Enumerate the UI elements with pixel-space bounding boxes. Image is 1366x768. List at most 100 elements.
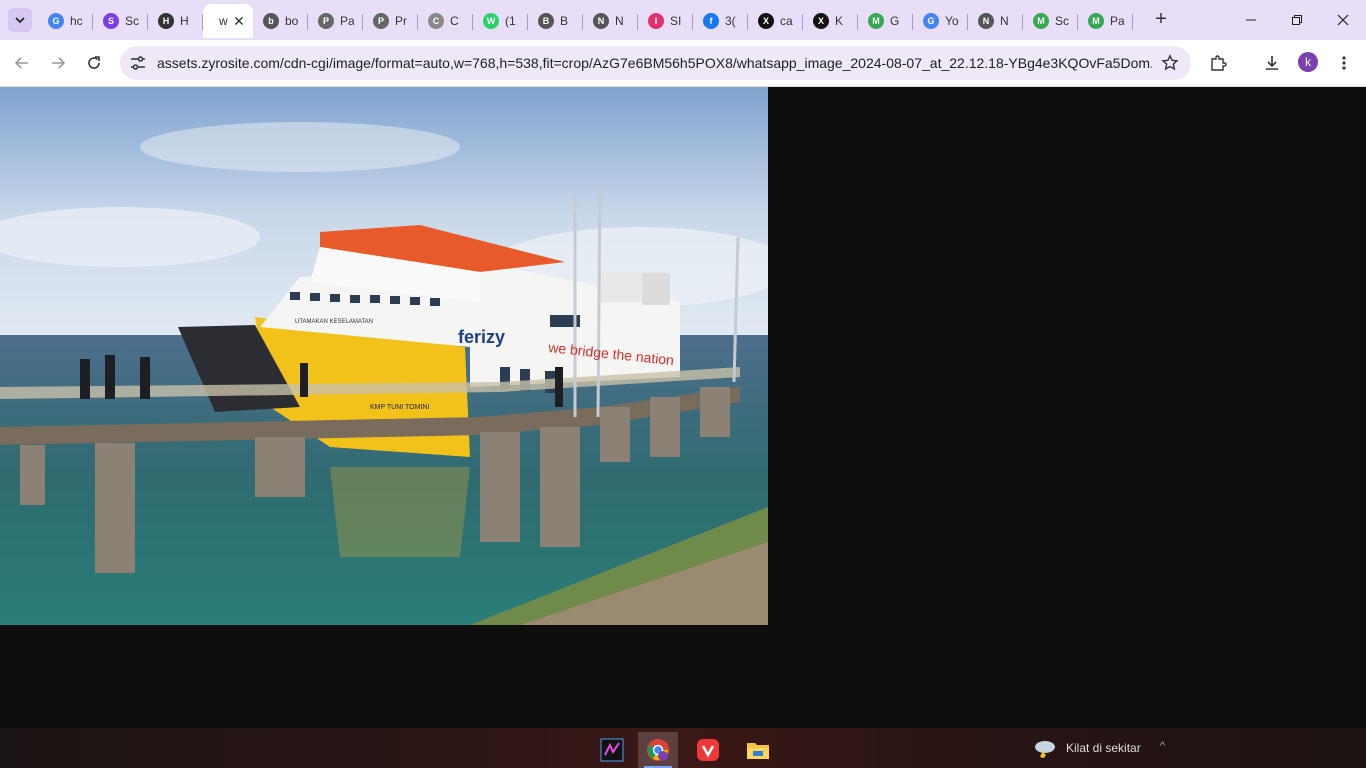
menu-button[interactable] [1330, 49, 1358, 77]
browser-tab[interactable]: S Sc [93, 4, 148, 38]
tab-favicon-icon: B [538, 13, 554, 29]
minimize-icon [1246, 19, 1256, 21]
tab-favicon-icon: C [428, 13, 444, 29]
browser-tab[interactable]: P Pa [308, 4, 363, 38]
tab-close-icon[interactable]: ✕ [231, 13, 247, 29]
browser-tab[interactable]: CC [418, 4, 473, 38]
reload-icon [88, 56, 100, 69]
tab-strip: Ghc S Sc H Hw ✕ b bo P Pa P Pr C C W (1 B B N N I SI f 3(Xca X K M… [0, 0, 1366, 40]
ferry-photo-illustration: ferizy we bridge the nation KMP TUNI TOM… [0, 87, 768, 625]
thunderstorm-icon [1035, 741, 1055, 758]
extensions-button[interactable] [1204, 49, 1232, 77]
tab-favicon-icon: f [703, 13, 719, 29]
tab-title: Sc [125, 14, 139, 28]
tab-favicon-icon: P [318, 13, 334, 29]
tab-favicon-icon: W [483, 13, 499, 29]
ferry-image: ferizy we bridge the nation KMP TUNI TOM… [0, 87, 768, 625]
tab-title: C [450, 14, 459, 28]
browser-tab[interactable]: BB [528, 4, 583, 38]
tab-favicon-icon: X [758, 13, 774, 29]
tab-title: (1 [505, 14, 516, 28]
browser-toolbar: assets.zyrosite.com/cdn-cgi/image/format… [0, 40, 1366, 87]
browser-tab[interactable]: XK [803, 4, 858, 38]
chrome-icon [647, 739, 669, 761]
tab-favicon-icon: X [813, 13, 829, 29]
taskbar-app-editor[interactable] [592, 732, 632, 768]
puzzle-icon [1211, 55, 1227, 71]
ferry-hull-name: KMP TUNI TOMINI [370, 404, 429, 411]
editor-app-icon [600, 738, 624, 762]
browser-tab[interactable]: f 3( [693, 4, 748, 38]
page-content: ferizy we bridge the nation KMP TUNI TOM… [0, 87, 1366, 728]
tab-title: H [180, 14, 189, 28]
ferry-brand-text: ferizy [458, 327, 505, 347]
folder-icon [747, 743, 769, 759]
browser-tab[interactable]: M Sc [1023, 4, 1078, 38]
browser-tab[interactable]: M Pa [1078, 4, 1133, 38]
vivaldi-icon [697, 739, 719, 761]
url-text[interactable]: assets.zyrosite.com/cdn-cgi/image/format… [157, 55, 1152, 71]
tab-favicon-icon: M [1088, 13, 1104, 29]
browser-tab[interactable]: W (1 [473, 4, 528, 38]
tab-title: Sc [1055, 14, 1069, 28]
tab-title: ca [780, 14, 793, 28]
tab-title: 3( [725, 14, 736, 28]
arrow-left-icon [14, 57, 28, 69]
reload-button[interactable] [80, 49, 108, 77]
minimize-button[interactable] [1228, 0, 1274, 40]
tab-favicon-icon: b [263, 13, 279, 29]
tab-title: SI [670, 14, 682, 28]
back-button[interactable] [8, 49, 36, 77]
tab-title: N [615, 14, 624, 28]
tab-title: Yo [945, 14, 959, 28]
browser-tab[interactable]: NN [968, 4, 1023, 38]
tab-title: G [890, 14, 900, 28]
browser-tab[interactable]: Ghc [38, 4, 93, 38]
new-tab-button[interactable]: + [1150, 9, 1172, 31]
tab-favicon-icon: N [978, 13, 994, 29]
taskbar-app-chrome[interactable] [638, 732, 678, 768]
download-icon [1266, 56, 1278, 70]
tab-title: Pa [340, 14, 354, 28]
tab-favicon-icon: G [48, 13, 64, 29]
tab-favicon-icon: I [648, 13, 664, 29]
more-vert-icon [1342, 56, 1346, 70]
tab-title: B [560, 14, 569, 28]
browser-tab[interactable]: P Pr [363, 4, 418, 38]
close-window-button[interactable] [1320, 0, 1366, 40]
tab-favicon-icon: G [923, 13, 939, 29]
browser-tab[interactable]: w ✕ [203, 4, 253, 38]
browser-tab[interactable]: MG [858, 4, 913, 38]
tab-title: N [1000, 14, 1009, 28]
tab-title: Pr [395, 14, 407, 28]
profile-avatar[interactable]: k [1298, 52, 1318, 72]
taskbar: Kilat di sekitar ^ [0, 728, 1366, 768]
tray-chevron-icon[interactable]: ^ [1160, 740, 1165, 752]
browser-tab[interactable]: Xca [748, 4, 803, 38]
downloads-button[interactable] [1258, 49, 1286, 77]
close-icon [1337, 14, 1349, 26]
browser-tab[interactable]: HH [148, 4, 203, 38]
tab-title: K [835, 14, 844, 28]
tab-search-button[interactable] [8, 8, 32, 32]
forward-button[interactable] [44, 49, 72, 77]
restore-button[interactable] [1274, 0, 1320, 40]
browser-tab[interactable]: G Yo [913, 4, 968, 38]
taskbar-app-vivaldi[interactable] [688, 732, 728, 768]
tab-title: bo [285, 14, 299, 28]
ferry-deck-text: UTAMAKAN KESELAMATAN [295, 319, 373, 325]
tab-title: Pa [1110, 14, 1124, 28]
tab-favicon-icon: N [593, 13, 609, 29]
browser-tab[interactable]: I SI [638, 4, 693, 38]
arrow-right-icon [52, 57, 66, 69]
chevron-down-icon [15, 17, 25, 24]
star-icon[interactable] [1161, 54, 1179, 72]
site-settings-icon[interactable] [129, 54, 147, 72]
taskbar-app-file-explorer[interactable] [738, 732, 778, 768]
address-bar[interactable]: assets.zyrosite.com/cdn-cgi/image/format… [120, 46, 1191, 80]
tab-title: hc [70, 14, 83, 28]
tab-favicon-icon: P [373, 13, 389, 29]
browser-tab[interactable]: b bo [253, 4, 308, 38]
browser-tab[interactable]: NN [583, 4, 638, 38]
weather-widget[interactable]: Kilat di sekitar [1032, 738, 1141, 758]
